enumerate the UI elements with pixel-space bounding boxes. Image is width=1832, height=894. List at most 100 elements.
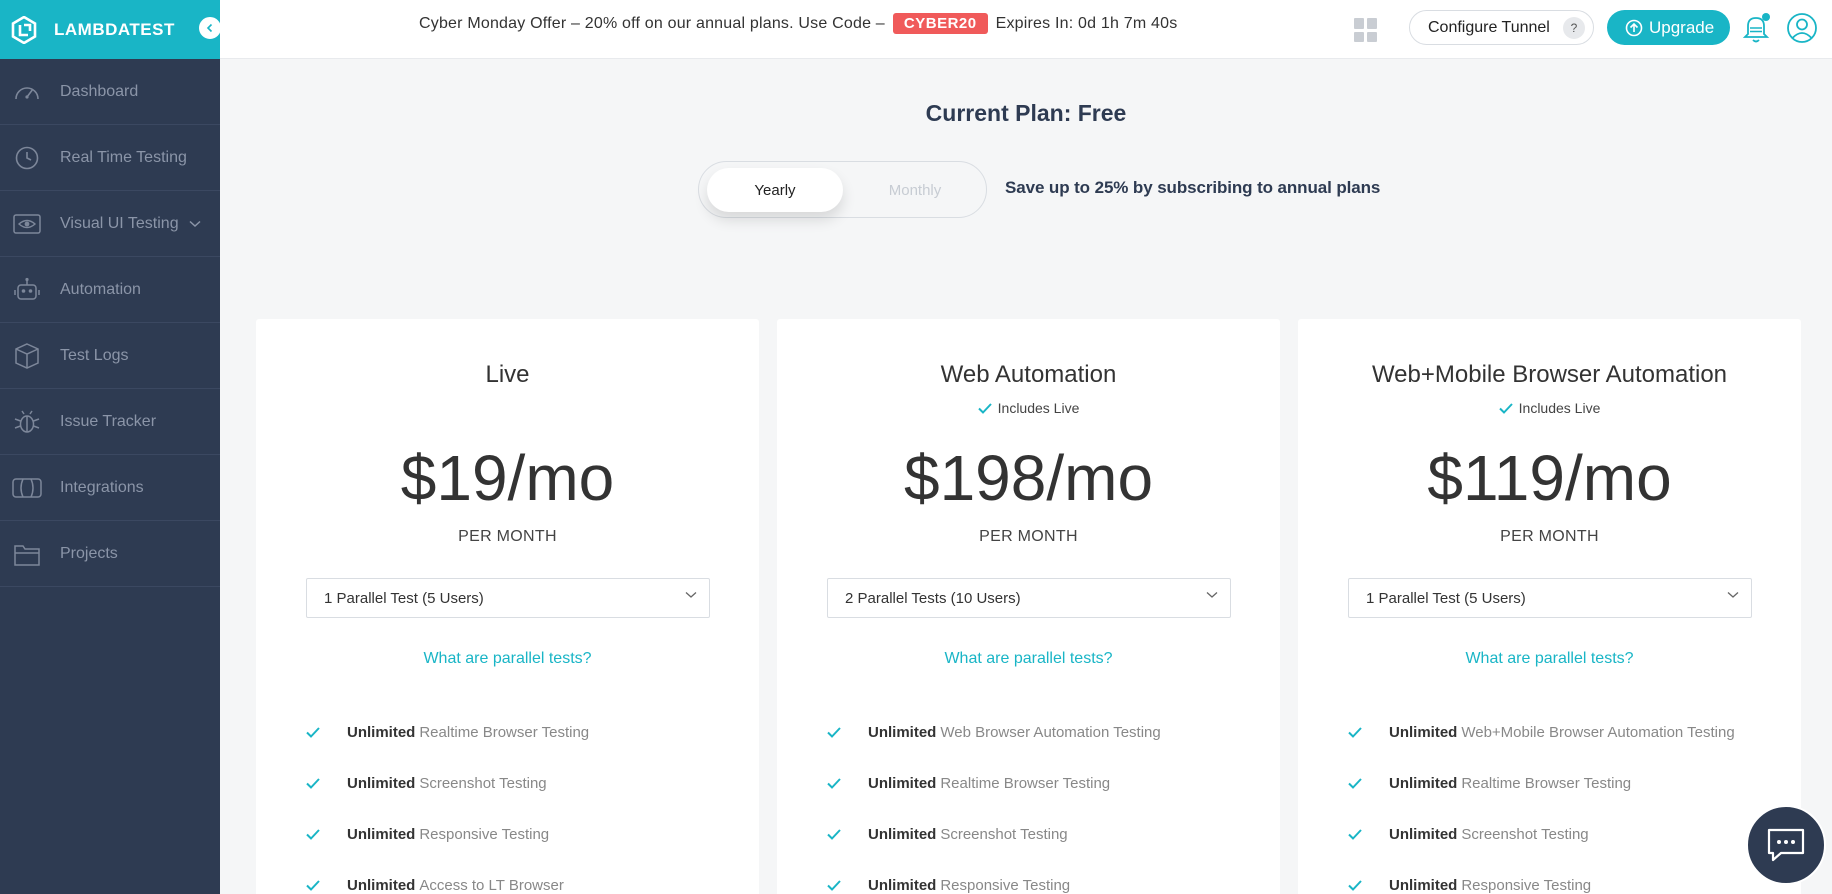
sidebar-item-integrations[interactable]: Integrations	[0, 455, 220, 521]
feature-bold: Unlimited	[868, 826, 937, 843]
check-icon	[1348, 778, 1389, 789]
sidebar-item-real-time-testing[interactable]: Real Time Testing	[0, 125, 220, 191]
feature-text: Web+Mobile Browser Automation Testing	[1461, 724, 1735, 741]
parallel-tests-link[interactable]: What are parallel tests?	[256, 650, 759, 668]
feature-text: Responsive Testing	[940, 877, 1071, 894]
check-icon	[827, 778, 868, 789]
apps-grid-icon[interactable]	[1354, 18, 1378, 42]
upgrade-button[interactable]: Upgrade	[1607, 10, 1730, 45]
feature-bold: Unlimited	[347, 826, 416, 843]
sidebar-item-automation[interactable]: Automation	[0, 257, 220, 323]
plan-price: $198/mo	[903, 442, 1154, 514]
includes-text: Includes Live	[997, 400, 1080, 416]
feature-item: Unlimited Realtime Browser Testing	[306, 707, 589, 758]
parallel-tests-link[interactable]: What are parallel tests?	[777, 650, 1280, 668]
chevron-down-icon	[1206, 591, 1218, 599]
feature-text: Screenshot Testing	[1461, 826, 1589, 843]
sidebar-item-visual-ui-testing[interactable]: Visual UI Testing	[0, 191, 220, 257]
feature-item: Unlimited Realtime Browser Testing	[1348, 758, 1735, 809]
feature-item: Unlimited Screenshot Testing	[1348, 809, 1735, 860]
dashboard-icon	[12, 77, 42, 107]
chat-widget-button[interactable]	[1746, 805, 1826, 885]
check-icon	[306, 880, 347, 891]
yearly-option[interactable]: Yearly	[707, 168, 843, 212]
promo-banner: Cyber Monday Offer – 20% off on our annu…	[419, 13, 1177, 34]
feature-item: Unlimited Responsive Testing	[1348, 860, 1735, 894]
feature-text: Realtime Browser Testing	[419, 724, 590, 741]
feature-text: Realtime Browser Testing	[940, 775, 1111, 792]
chevron-down-icon	[685, 591, 697, 599]
plan-title: Live	[485, 361, 530, 388]
collapse-sidebar-button[interactable]	[198, 16, 222, 40]
feature-list: Unlimited Web+Mobile Browser Automation T…	[1348, 707, 1735, 894]
sidebar-item-label: Projects	[60, 544, 118, 562]
annual-savings-note: Save up to 25% by subscribing to annual …	[1005, 178, 1381, 197]
chat-bubble-icon	[1767, 828, 1805, 862]
configure-tunnel-label: Configure Tunnel	[1428, 18, 1550, 36]
feature-text: Access to LT Browser	[419, 877, 564, 894]
plan-card-web-mobile-automation: Web+Mobile Browser Automation Includes L…	[1298, 319, 1801, 894]
select-value: 2 Parallel Tests (10 Users)	[845, 589, 1021, 607]
plan-card-live: Live $19/mo PER MONTH 1 Parallel Test (5…	[256, 319, 759, 894]
parallel-tests-select[interactable]: 1 Parallel Test (5 Users)	[306, 578, 710, 618]
configure-tunnel-button[interactable]: Configure Tunnel ?	[1409, 10, 1594, 45]
notification-bell-icon[interactable]	[1742, 12, 1772, 49]
sidebar-item-label: Visual UI Testing	[60, 214, 179, 232]
plan-period: PER MONTH	[458, 528, 557, 545]
check-icon	[1498, 402, 1513, 414]
parallel-tests-link[interactable]: What are parallel tests?	[1298, 650, 1801, 668]
sidebar-item-test-logs[interactable]: Test Logs	[0, 323, 220, 389]
user-avatar-icon[interactable]	[1786, 12, 1818, 49]
coupon-code-badge[interactable]: CYBER20	[892, 13, 988, 34]
check-icon	[306, 778, 347, 789]
brand-name[interactable]: LAMBDATEST	[54, 20, 175, 40]
includes-live-note: Includes Live	[777, 400, 1280, 416]
sidebar-item-dashboard[interactable]: Dashboard	[0, 59, 220, 125]
chevron-left-icon	[206, 23, 213, 33]
chevron-down-icon	[189, 215, 201, 233]
monthly-option[interactable]: Monthly	[847, 168, 983, 212]
brand-header: LAMBDATEST	[0, 0, 222, 59]
check-icon	[306, 727, 347, 738]
billing-period-toggle[interactable]: Yearly Monthly	[698, 161, 987, 218]
robot-icon	[12, 275, 42, 305]
feature-bold: Unlimited	[347, 775, 416, 792]
feature-item: Unlimited Web Browser Automation Testing	[827, 707, 1161, 758]
box-icon	[12, 341, 42, 371]
parallel-tests-select[interactable]: 1 Parallel Test (5 Users)	[1348, 578, 1752, 618]
promo-text: Cyber Monday Offer – 20% off on our annu…	[419, 14, 885, 32]
plan-title: Web+Mobile Browser Automation	[1371, 361, 1728, 388]
feature-item: Unlimited Responsive Testing	[827, 860, 1161, 894]
help-icon[interactable]: ?	[1563, 17, 1585, 39]
feature-text: Web Browser Automation Testing	[940, 724, 1161, 741]
sidebar-item-issue-tracker[interactable]: Issue Tracker	[0, 389, 220, 455]
feature-bold: Unlimited	[347, 877, 416, 894]
upgrade-label: Upgrade	[1649, 17, 1715, 37]
lambdatest-logo-icon[interactable]	[10, 15, 38, 44]
sidebar-item-label: Real Time Testing	[60, 148, 187, 166]
feature-text: Realtime Browser Testing	[1461, 775, 1632, 792]
check-icon	[306, 829, 347, 840]
includes-live-note: Includes Live	[1298, 400, 1801, 416]
eye-icon	[12, 209, 42, 239]
check-icon	[827, 880, 868, 891]
chevron-down-icon	[1727, 591, 1739, 599]
sidebar-item-label: Issue Tracker	[60, 412, 157, 430]
plan-price: $19/mo	[400, 442, 615, 514]
check-icon	[827, 727, 868, 738]
feature-bold: Unlimited	[868, 775, 937, 792]
feature-item: Unlimited Access to LT Browser	[306, 860, 589, 894]
sidebar-item-projects[interactable]: Projects	[0, 521, 220, 587]
select-value: 1 Parallel Test (5 Users)	[1366, 589, 1526, 607]
plan-period: PER MONTH	[979, 528, 1078, 545]
sidebar-item-label: Test Logs	[60, 346, 129, 364]
feature-text: Responsive Testing	[419, 826, 550, 843]
feature-bold: Unlimited	[1389, 775, 1458, 792]
sidebar: LAMBDATEST Dashboard Real Time Testing V…	[0, 0, 222, 894]
sidebar-item-label: Integrations	[60, 478, 144, 496]
parallel-tests-select[interactable]: 2 Parallel Tests (10 Users)	[827, 578, 1231, 618]
folder-icon	[12, 539, 42, 569]
arrow-up-circle-icon	[1625, 19, 1643, 37]
feature-text: Responsive Testing	[1461, 877, 1592, 894]
check-icon	[827, 829, 868, 840]
